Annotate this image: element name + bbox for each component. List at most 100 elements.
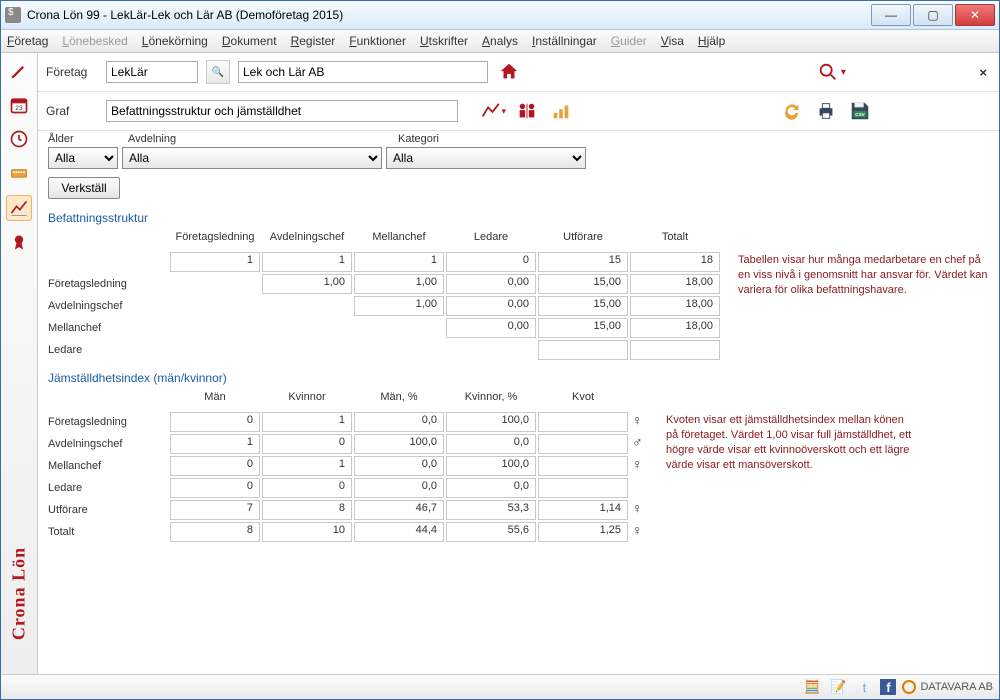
company-label: Företag [46, 65, 98, 79]
col-header: Avdelningschef [262, 230, 352, 250]
gender-icon: ♀ [630, 412, 648, 432]
row-label: Utförare [48, 504, 170, 516]
value-cell [538, 340, 628, 360]
filter-cat-select[interactable]: Alla [386, 147, 586, 169]
menu-visa[interactable]: Visa [661, 34, 684, 48]
col-header: Ledare [446, 230, 536, 250]
value-cell: 10 [262, 522, 352, 542]
pen-icon[interactable] [7, 59, 31, 83]
clock-icon[interactable] [7, 127, 31, 151]
close-button[interactable]: ✕ [955, 4, 995, 26]
graph-label: Graf [46, 104, 98, 118]
title-bar: Crona Lön 99 - LekLär-Lek och Lär AB (De… [1, 1, 999, 30]
menu-hjälp[interactable]: Hjälp [698, 34, 725, 48]
menu-register[interactable]: Register [291, 34, 336, 48]
menu-lönekörning[interactable]: Lönekörning [142, 34, 208, 48]
keyboard-icon[interactable] [7, 161, 31, 185]
value-cell: 0,0 [354, 456, 444, 476]
value-cell: 18,00 [630, 296, 720, 316]
value-cell: 0,0 [446, 434, 536, 454]
toolbar-company: Företag 🔍 ▾ × [38, 53, 999, 92]
svg-text:CSV: CSV [855, 112, 865, 117]
value-cell: 0 [170, 412, 260, 432]
row-label: Avdelningschef [48, 300, 170, 312]
menu-funktioner[interactable]: Funktioner [349, 34, 406, 48]
menu-utskrifter[interactable]: Utskrifter [420, 34, 468, 48]
lookup-button[interactable]: 🔍 [206, 60, 230, 84]
value-cell: 0,0 [354, 412, 444, 432]
col-header: Män, % [354, 390, 444, 410]
section-equality-title: Jämställdhetsindex (män/kvinnor) [48, 371, 999, 385]
value-cell: 18,00 [630, 274, 720, 294]
value-cell [538, 456, 628, 476]
value-cell: 55,6 [446, 522, 536, 542]
home-icon[interactable] [496, 59, 522, 85]
refresh-icon[interactable] [779, 98, 805, 124]
twitter-icon[interactable]: t [854, 677, 874, 697]
menu-guider: Guider [611, 34, 647, 48]
apply-button[interactable]: Verkställ [48, 177, 120, 199]
count-cell: 15 [538, 252, 628, 272]
menu-bar: FöretagLönebeskedLönekörningDokumentRegi… [1, 30, 999, 53]
left-rail: 23 Crona Lön [1, 53, 38, 674]
company-code-input[interactable] [106, 61, 198, 83]
facebook-icon[interactable]: f [880, 679, 896, 695]
minimize-button[interactable]: — [871, 4, 911, 26]
row-label: Ledare [48, 344, 170, 356]
print-icon[interactable] [813, 98, 839, 124]
value-cell [538, 412, 628, 432]
value-cell: 1,00 [354, 296, 444, 316]
value-cell: 1,00 [354, 274, 444, 294]
section-structure-title: Befattningsstruktur [48, 211, 999, 225]
magnify-dropdown[interactable]: ▾ [809, 59, 853, 85]
equality-info: Kvoten visar ett jämställdhetsindex mell… [666, 413, 916, 472]
value-cell: 100,0 [446, 456, 536, 476]
equality-table: MänKvinnorMän, %Kvinnor, %KvotFöretagsle… [48, 389, 650, 543]
value-cell [538, 478, 628, 498]
row-label: Avdelningschef [48, 438, 170, 450]
chart-icon[interactable] [6, 195, 32, 221]
calendar-icon[interactable]: 23 [7, 93, 31, 117]
filter-dept-label: Avdelning [128, 133, 388, 145]
menu-analys[interactable]: Analys [482, 34, 518, 48]
structure-info: Tabellen visar hur många medarbetare en … [738, 253, 988, 298]
save-csv-icon[interactable]: CSV [847, 98, 873, 124]
note-icon[interactable]: 📝 [828, 677, 848, 697]
row-label: Totalt [48, 526, 170, 538]
value-cell: 100,0 [446, 412, 536, 432]
menu-inställningar[interactable]: Inställningar [532, 34, 597, 48]
row-label: Mellanchef [48, 460, 170, 472]
vendor-brand[interactable]: DATAVARA AB [902, 680, 993, 694]
calculator-icon[interactable]: 🧮 [802, 677, 822, 697]
value-cell: 1,00 [262, 274, 352, 294]
graph-select[interactable] [106, 100, 458, 122]
panel-close[interactable]: × [979, 65, 987, 80]
value-cell: 0 [262, 434, 352, 454]
count-cell: 1 [354, 252, 444, 272]
filter-panel: Ålder Avdelning Kategori Alla Alla Alla [38, 131, 999, 171]
col-header: Mellanchef [354, 230, 444, 250]
row-label: Företagsledning [48, 278, 170, 290]
people-compare-icon[interactable] [514, 98, 540, 124]
col-header: Utförare [538, 230, 628, 250]
vendor-name: DATAVARA AB [920, 681, 993, 693]
count-cell: 1 [170, 252, 260, 272]
filter-dept-select[interactable]: Alla [122, 147, 382, 169]
value-cell: 0,0 [354, 478, 444, 498]
menu-företag[interactable]: Företag [7, 34, 48, 48]
stack-icon[interactable] [548, 98, 574, 124]
value-cell: 15,00 [538, 296, 628, 316]
brand-vertical: Crona Lön [9, 547, 30, 640]
filter-age-select[interactable]: Alla [48, 147, 118, 169]
row-label: Ledare [48, 482, 170, 494]
trend-icon[interactable]: ▾ [480, 98, 506, 124]
value-cell: 0,0 [446, 478, 536, 498]
value-cell: 1 [170, 434, 260, 454]
col-header: Kvot [538, 390, 628, 410]
menu-dokument[interactable]: Dokument [222, 34, 277, 48]
company-name-input[interactable] [238, 61, 488, 83]
gender-icon [630, 478, 648, 498]
value-cell: 1 [262, 456, 352, 476]
ribbon-icon[interactable] [7, 231, 31, 255]
maximize-button[interactable]: ▢ [913, 4, 953, 26]
